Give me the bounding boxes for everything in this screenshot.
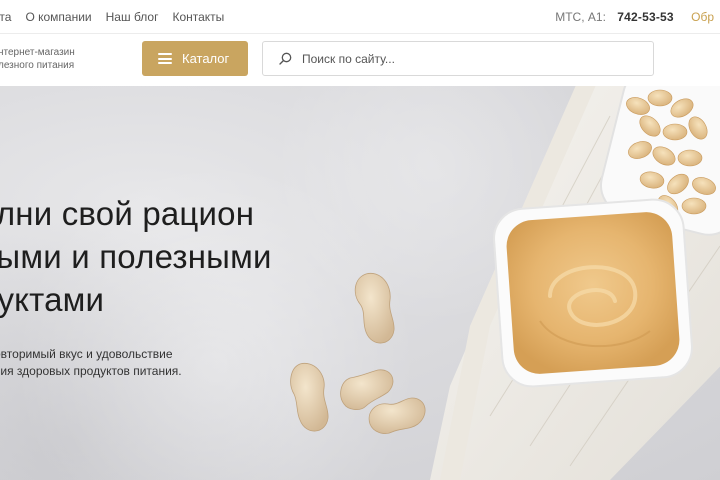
hero-title-line: дуктами <box>0 281 105 318</box>
phone-operator: МТС, A1: <box>555 10 606 24</box>
topnav-item-about[interactable]: О компании <box>25 10 91 24</box>
menu-icon <box>158 53 172 64</box>
hero-subtitle-line: овторимый вкус и удовольствие <box>0 347 173 361</box>
hero-banner: олни свой рацион ными и полезными дуктам… <box>0 86 720 480</box>
topnav-item-payment[interactable]: лата <box>0 10 11 24</box>
hero-subtitle-line: вия здоровых продуктов питания. <box>0 364 182 378</box>
catalog-label: Каталог <box>182 51 230 66</box>
search-input[interactable] <box>302 51 632 66</box>
topnav-item-contacts[interactable]: Контакты <box>172 10 224 24</box>
top-nav: лата О компании Наш блог Контакты <box>0 10 224 24</box>
topnav-item-blog[interactable]: Наш блог <box>106 10 159 24</box>
top-bar: лата О компании Наш блог Контакты МТС, A… <box>0 0 720 34</box>
contact-phone: МТС, A1: 742-53-53 Обр <box>555 10 714 24</box>
hero-title: олни свой рацион ными и полезными дуктам… <box>0 192 398 321</box>
catalog-button[interactable]: Каталог <box>142 41 248 76</box>
callback-link[interactable]: Обр <box>691 10 714 24</box>
hero-subtitle: овторимый вкус и удовольствие вия здоров… <box>0 346 254 380</box>
hero-title-line: олни свой рацион <box>0 195 255 232</box>
search-icon <box>279 52 292 65</box>
phone-number[interactable]: 742-53-53 <box>617 10 674 24</box>
hero-title-line: ными и полезными <box>0 238 272 275</box>
site-tagline: нтернет-магазин лезного питания <box>0 47 75 71</box>
site-header: нтернет-магазин лезного питания Каталог <box>0 34 720 86</box>
search-box[interactable] <box>262 41 654 76</box>
